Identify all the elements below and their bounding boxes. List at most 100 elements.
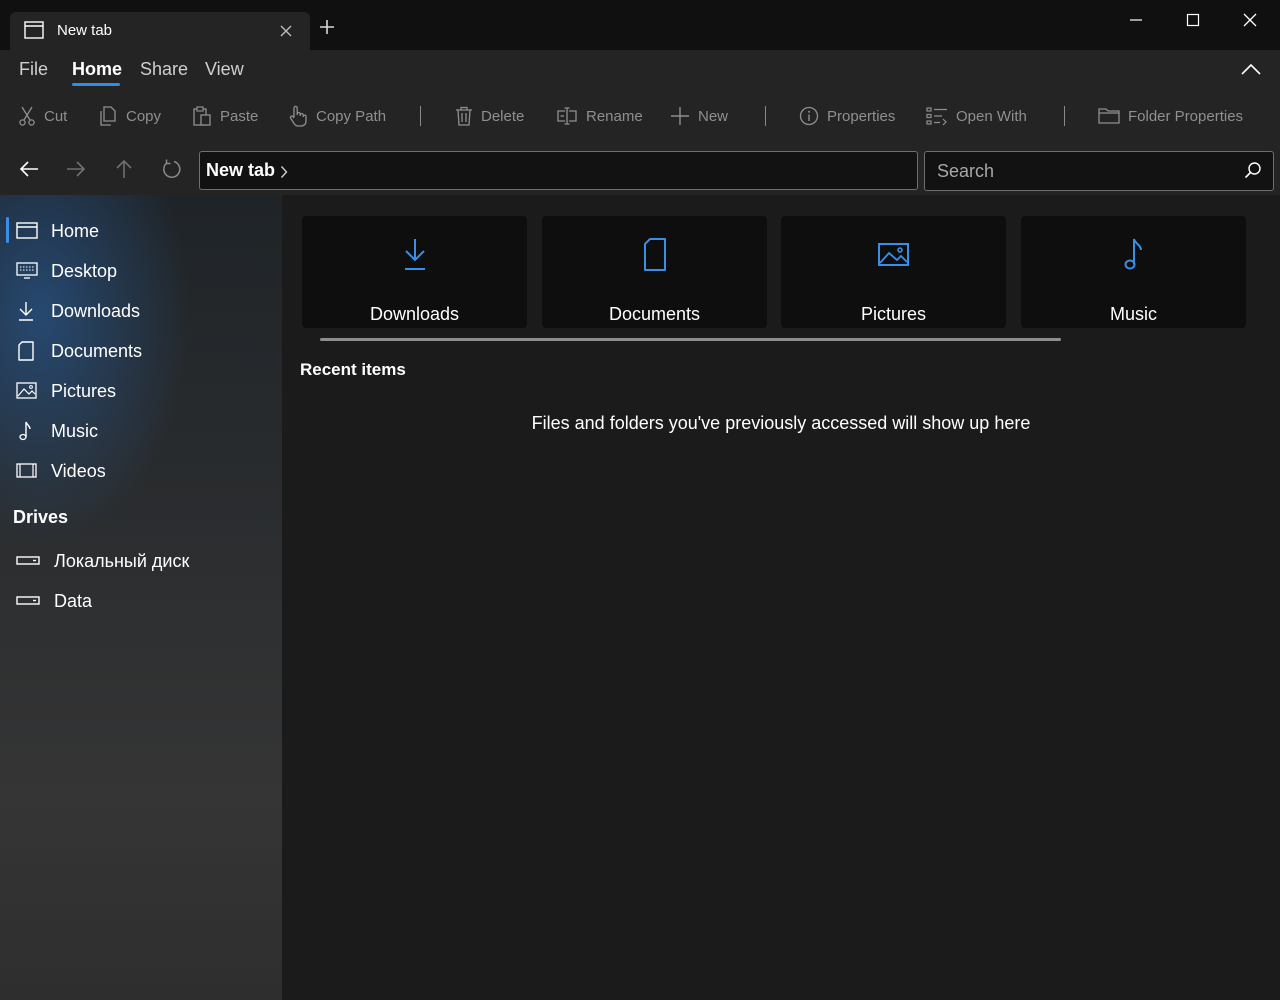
properties-button[interactable]: Properties <box>799 104 895 128</box>
toolbar-separator <box>1064 106 1065 126</box>
sidebar-item-downloads[interactable]: Downloads <box>0 293 282 329</box>
menu-tab-view[interactable]: View <box>205 59 244 80</box>
add-tab-icon[interactable] <box>318 18 336 36</box>
paste-label: Paste <box>220 107 259 125</box>
home-icon <box>16 221 38 241</box>
search-input[interactable] <box>924 151 1274 191</box>
sidebar-item-documents[interactable]: Documents <box>0 333 282 369</box>
up-arrow-icon[interactable] <box>113 158 135 180</box>
sidebar-item-videos[interactable]: Videos <box>0 453 282 489</box>
horizontal-scrollbar[interactable] <box>320 338 1061 341</box>
desktop-icon <box>16 261 38 281</box>
sidebar-item-home[interactable]: Home <box>0 213 282 249</box>
folder-icon <box>1098 107 1120 125</box>
sidebar-item-data-drive[interactable]: Data <box>0 583 282 619</box>
open-with-icon <box>926 106 948 126</box>
toolbar-separator <box>765 106 766 126</box>
tab-new-tab[interactable]: New tab <box>10 12 310 50</box>
sidebar-item-label: Documents <box>51 341 143 361</box>
rename-label: Rename <box>586 107 643 125</box>
tab-window-icon <box>24 21 44 39</box>
drives-header: Drives <box>13 507 69 527</box>
music-icon <box>16 421 38 441</box>
menu-tab-file[interactable]: File <box>19 59 48 80</box>
sidebar-item-desktop[interactable]: Desktop <box>0 253 282 289</box>
new-icon <box>670 106 690 126</box>
copy-label: Copy <box>126 107 162 125</box>
folder-properties-label: Folder Properties <box>1128 107 1244 125</box>
title-bar: New tab <box>0 0 1280 50</box>
delete-button[interactable]: Delete <box>455 104 524 128</box>
card-label: Music <box>1109 304 1157 324</box>
download-icon <box>16 301 38 321</box>
quick-access-card-documents[interactable]: Documents <box>542 216 767 328</box>
music-icon <box>1021 236 1246 272</box>
sidebar-item-label: Music <box>51 421 99 441</box>
recent-items-heading: Recent items <box>300 360 406 379</box>
quick-access-card-pictures[interactable]: Pictures <box>781 216 1006 328</box>
sidebar-item-label: Videos <box>51 461 106 481</box>
forward-arrow-icon[interactable] <box>65 158 87 180</box>
copy-path-icon <box>288 105 308 127</box>
main-content: Downloads Documents Pictures Music Recen… <box>282 195 1280 1000</box>
navigation-bar: New tab <box>0 145 1280 195</box>
document-icon <box>542 236 767 272</box>
folder-properties-button[interactable]: Folder Properties <box>1098 104 1243 128</box>
card-label: Downloads <box>369 304 460 324</box>
minimize-icon[interactable] <box>1114 10 1158 32</box>
toolbar-separator <box>420 106 421 126</box>
card-label: Pictures <box>860 304 927 324</box>
paste-icon <box>192 106 212 126</box>
drive-icon <box>16 551 40 571</box>
document-icon <box>16 341 38 361</box>
close-icon[interactable] <box>1228 10 1272 32</box>
video-icon <box>16 461 38 481</box>
paste-button[interactable]: Paste <box>192 104 258 128</box>
sidebar-item-label: Data <box>54 591 93 611</box>
card-label: Documents <box>608 304 701 324</box>
tab-title: New tab <box>57 22 113 39</box>
sidebar-item-local-disk[interactable]: Локальный диск <box>0 543 282 579</box>
sidebar-item-pictures[interactable]: Pictures <box>0 373 282 409</box>
new-button[interactable]: New <box>670 104 728 128</box>
open-with-label: Open With <box>956 107 1027 125</box>
delete-label: Delete <box>481 107 525 125</box>
open-with-button[interactable]: Open With <box>926 104 1027 128</box>
menu-tab-home[interactable]: Home <box>72 59 122 80</box>
refresh-icon[interactable] <box>161 158 183 180</box>
cut-icon <box>18 106 36 126</box>
cut-label: Cut <box>44 107 68 125</box>
close-tab-icon[interactable] <box>278 23 294 39</box>
properties-label: Properties <box>827 107 896 125</box>
address-bar[interactable]: New tab <box>199 151 918 190</box>
new-label: New <box>698 107 729 125</box>
ribbon: File Home Share View Cut Copy Paste Copy… <box>0 50 1280 145</box>
quick-access-card-downloads[interactable]: Downloads <box>302 216 527 328</box>
menu-tab-share[interactable]: Share <box>140 59 188 80</box>
copy-path-button[interactable]: Copy Path <box>288 104 386 128</box>
cut-button[interactable]: Cut <box>18 104 67 128</box>
breadcrumb[interactable]: New tab <box>206 160 275 181</box>
sidebar-item-label: Desktop <box>51 261 118 281</box>
download-icon <box>302 236 527 272</box>
sidebar-item-music[interactable]: Music <box>0 413 282 449</box>
copy-path-label: Copy Path <box>316 107 387 125</box>
rename-icon <box>556 107 578 125</box>
chevron-right-icon[interactable] <box>280 165 288 179</box>
sidebar-item-label: Pictures <box>51 381 117 401</box>
copy-button[interactable]: Copy <box>98 104 161 128</box>
recent-items-empty-message: Files and folders you've previously acce… <box>531 413 1031 433</box>
rename-button[interactable]: Rename <box>556 104 643 128</box>
picture-icon <box>16 381 38 401</box>
maximize-icon[interactable] <box>1171 10 1215 32</box>
active-tab-indicator <box>72 83 120 86</box>
quick-access-card-music[interactable]: Music <box>1021 216 1246 328</box>
back-arrow-icon[interactable] <box>18 158 40 180</box>
drive-icon <box>16 591 40 611</box>
sidebar: Home Desktop Downloads Documents Picture… <box>0 195 282 1000</box>
copy-icon <box>98 106 118 126</box>
collapse-ribbon-icon[interactable] <box>1240 62 1262 76</box>
info-icon <box>799 106 819 126</box>
sidebar-item-label: Локальный диск <box>54 551 190 571</box>
search-icon[interactable] <box>1244 161 1262 179</box>
